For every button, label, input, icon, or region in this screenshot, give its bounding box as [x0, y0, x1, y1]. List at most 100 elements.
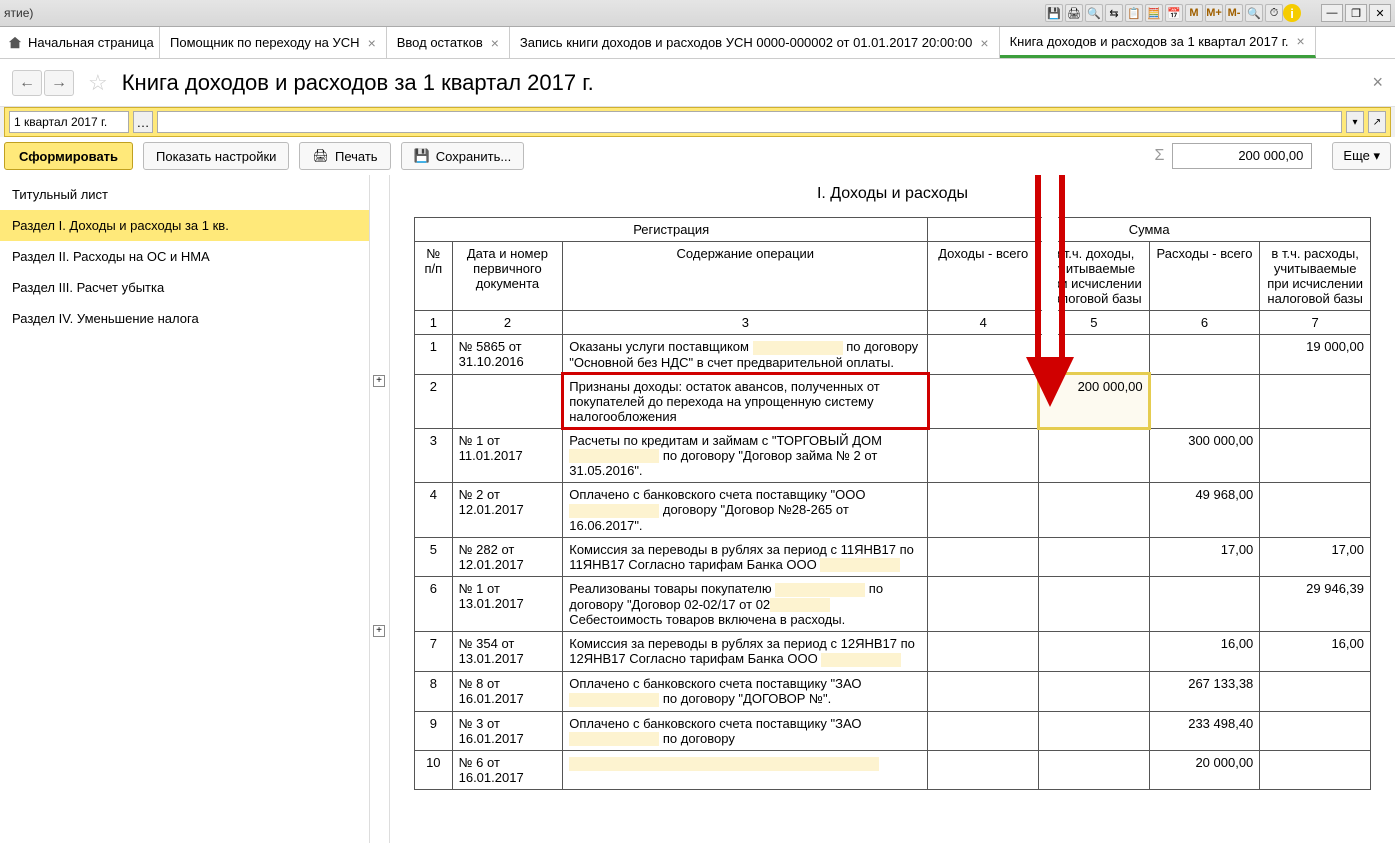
cell-op: Признаны доходы: остаток авансов, получе…	[563, 374, 928, 428]
save-icon[interactable]: 💾	[1045, 4, 1063, 22]
tab-vvod[interactable]: Ввод остатков ×	[387, 27, 510, 58]
info-icon[interactable]: i	[1283, 4, 1301, 22]
tab-home-label: Начальная страница	[28, 35, 154, 50]
cell-c7: 19 000,00	[1260, 335, 1371, 375]
cell-doc: № 2 от 12.01.2017	[452, 483, 563, 538]
title-toolbar-icons: 💾 🖨 🔍 ⇆ 📋 🧮 📅 M M+ M- 🔍 ⏱	[1045, 4, 1283, 22]
org-dropdown-button[interactable]: ▾	[1346, 111, 1364, 133]
sidebar-item-title-page[interactable]: Титульный лист	[0, 179, 369, 210]
save-button[interactable]: 💾 Сохранить...	[401, 142, 525, 170]
minimize-button[interactable]: —	[1321, 4, 1343, 22]
cell-c6: 20 000,00	[1149, 751, 1260, 790]
cell-c5	[1039, 711, 1150, 751]
cell-c7	[1260, 428, 1371, 483]
cell-c5: 200 000,00	[1039, 374, 1150, 428]
cell-c5	[1039, 671, 1150, 711]
table-row[interactable]: 9№ 3 от 16.01.2017Оплачено с банковского…	[415, 711, 1371, 751]
favorite-icon[interactable]: ☆	[88, 70, 108, 96]
cell-c5	[1039, 537, 1150, 577]
table-row[interactable]: 7№ 354 от 13.01.2017Комиссия за переводы…	[415, 632, 1371, 672]
calendar-icon[interactable]: 📅	[1165, 4, 1183, 22]
cell-c5	[1039, 335, 1150, 375]
cell-c5	[1039, 483, 1150, 538]
nav-forward-button[interactable]: →	[44, 70, 74, 96]
cell-n: 8	[415, 671, 453, 711]
period-picker-button[interactable]: …	[133, 111, 153, 133]
cell-n: 3	[415, 428, 453, 483]
report-content[interactable]: I. Доходы и расходы Регистрация Сумма № …	[390, 175, 1395, 843]
org-input[interactable]	[157, 111, 1342, 133]
close-tab-icon[interactable]: ×	[1296, 33, 1304, 49]
sidebar-item-section3[interactable]: Раздел III. Расчет убытка	[0, 272, 369, 303]
zoom-in-icon[interactable]: 🔍	[1245, 4, 1263, 22]
table-row[interactable]: 4№ 2 от 12.01.2017Оплачено с банковского…	[415, 483, 1371, 538]
cell-c7	[1260, 374, 1371, 428]
cell-n: 6	[415, 577, 453, 632]
cell-n: 4	[415, 483, 453, 538]
close-tab-icon[interactable]: ×	[491, 35, 499, 51]
table-row[interactable]: 3№ 1 от 11.01.2017Расчеты по кредитам и …	[415, 428, 1371, 483]
tab-home[interactable]: Начальная страница	[0, 27, 160, 58]
close-tab-icon[interactable]: ×	[368, 35, 376, 51]
preview-icon[interactable]: 🔍	[1085, 4, 1103, 22]
cell-c6: 17,00	[1149, 537, 1260, 577]
cell-op: Оплачено с банковского счета поставщику …	[563, 483, 928, 538]
cell-doc: № 8 от 16.01.2017	[452, 671, 563, 711]
cell-doc: № 3 от 16.01.2017	[452, 711, 563, 751]
table-row[interactable]: 1№ 5865 от 31.10.2016Оказаны услуги пост…	[415, 335, 1371, 375]
th-n: № п/п	[415, 242, 453, 311]
table-row[interactable]: 2Признаны доходы: остаток авансов, получ…	[415, 374, 1371, 428]
show-settings-button[interactable]: Показать настройки	[143, 142, 289, 170]
nav-back-button[interactable]: ←	[12, 70, 42, 96]
sidebar-item-section1[interactable]: Раздел I. Доходы и расходы за 1 кв.	[0, 210, 369, 241]
tab-usn-helper[interactable]: Помощник по переходу на УСН ×	[160, 27, 387, 58]
sidebar-item-section4[interactable]: Раздел IV. Уменьшение налога	[0, 303, 369, 334]
cell-c4	[928, 483, 1039, 538]
mminus-button[interactable]: M-	[1225, 4, 1243, 22]
cell-c6: 267 133,38	[1149, 671, 1260, 711]
compare-icon[interactable]: ⇆	[1105, 4, 1123, 22]
outline-fold-column: + +	[370, 175, 390, 843]
cell-c5	[1039, 632, 1150, 672]
clipboard-icon[interactable]: 📋	[1125, 4, 1143, 22]
calc-icon[interactable]: 🧮	[1145, 4, 1163, 22]
report-table: Регистрация Сумма № п/п Дата и номер пер…	[414, 217, 1371, 790]
period-input[interactable]	[9, 111, 129, 133]
org-open-button[interactable]: ↗	[1368, 111, 1386, 133]
cell-op: Расчеты по кредитам и займам с "ТОРГОВЫЙ…	[563, 428, 928, 483]
table-row[interactable]: 6№ 1 от 13.01.2017Реализованы товары пок…	[415, 577, 1371, 632]
form-button[interactable]: Сформировать	[4, 142, 133, 170]
sidebar-item-section2[interactable]: Раздел II. Расходы на ОС и НМА	[0, 241, 369, 272]
mplus-button[interactable]: M+	[1205, 4, 1223, 22]
more-button[interactable]: Еще ▾	[1332, 142, 1391, 170]
cell-doc: № 354 от 13.01.2017	[452, 632, 563, 672]
m-button[interactable]: M	[1185, 4, 1203, 22]
cell-c4	[928, 751, 1039, 790]
disk-icon: 💾	[414, 148, 430, 164]
print-icon[interactable]: 🖨	[1065, 4, 1083, 22]
cell-c6	[1149, 374, 1260, 428]
cell-c7: 29 946,39	[1260, 577, 1371, 632]
table-row[interactable]: 5№ 282 от 12.01.2017Комиссия за переводы…	[415, 537, 1371, 577]
cell-n: 9	[415, 711, 453, 751]
fold-button[interactable]: +	[373, 375, 385, 387]
cell-c6	[1149, 335, 1260, 375]
history-icon[interactable]: ⏱	[1265, 4, 1283, 22]
maximize-button[interactable]: ❐	[1345, 4, 1367, 22]
tab-kniga[interactable]: Книга доходов и расходов за 1 квартал 20…	[1000, 27, 1316, 58]
print-button[interactable]: 🖨 Печать	[299, 142, 390, 170]
tab-zapis[interactable]: Запись книги доходов и расходов УСН 0000…	[510, 27, 1000, 58]
cell-c4	[928, 711, 1039, 751]
tabs-bar: Начальная страница Помощник по переходу …	[0, 27, 1395, 59]
cell-c4	[928, 632, 1039, 672]
fold-button[interactable]: +	[373, 625, 385, 637]
cell-c6: 300 000,00	[1149, 428, 1260, 483]
page-header: ← → ☆ Книга доходов и расходов за 1 квар…	[0, 59, 1395, 107]
page-title: Книга доходов и расходов за 1 квартал 20…	[122, 70, 594, 96]
close-window-button[interactable]: ✕	[1369, 4, 1391, 22]
table-row[interactable]: 8№ 8 от 16.01.2017Оплачено с банковского…	[415, 671, 1371, 711]
cell-n: 10	[415, 751, 453, 790]
close-tab-icon[interactable]: ×	[980, 35, 988, 51]
close-page-button[interactable]: ×	[1372, 72, 1383, 93]
table-row[interactable]: 10№ 6 от 16.01.201720 000,00	[415, 751, 1371, 790]
